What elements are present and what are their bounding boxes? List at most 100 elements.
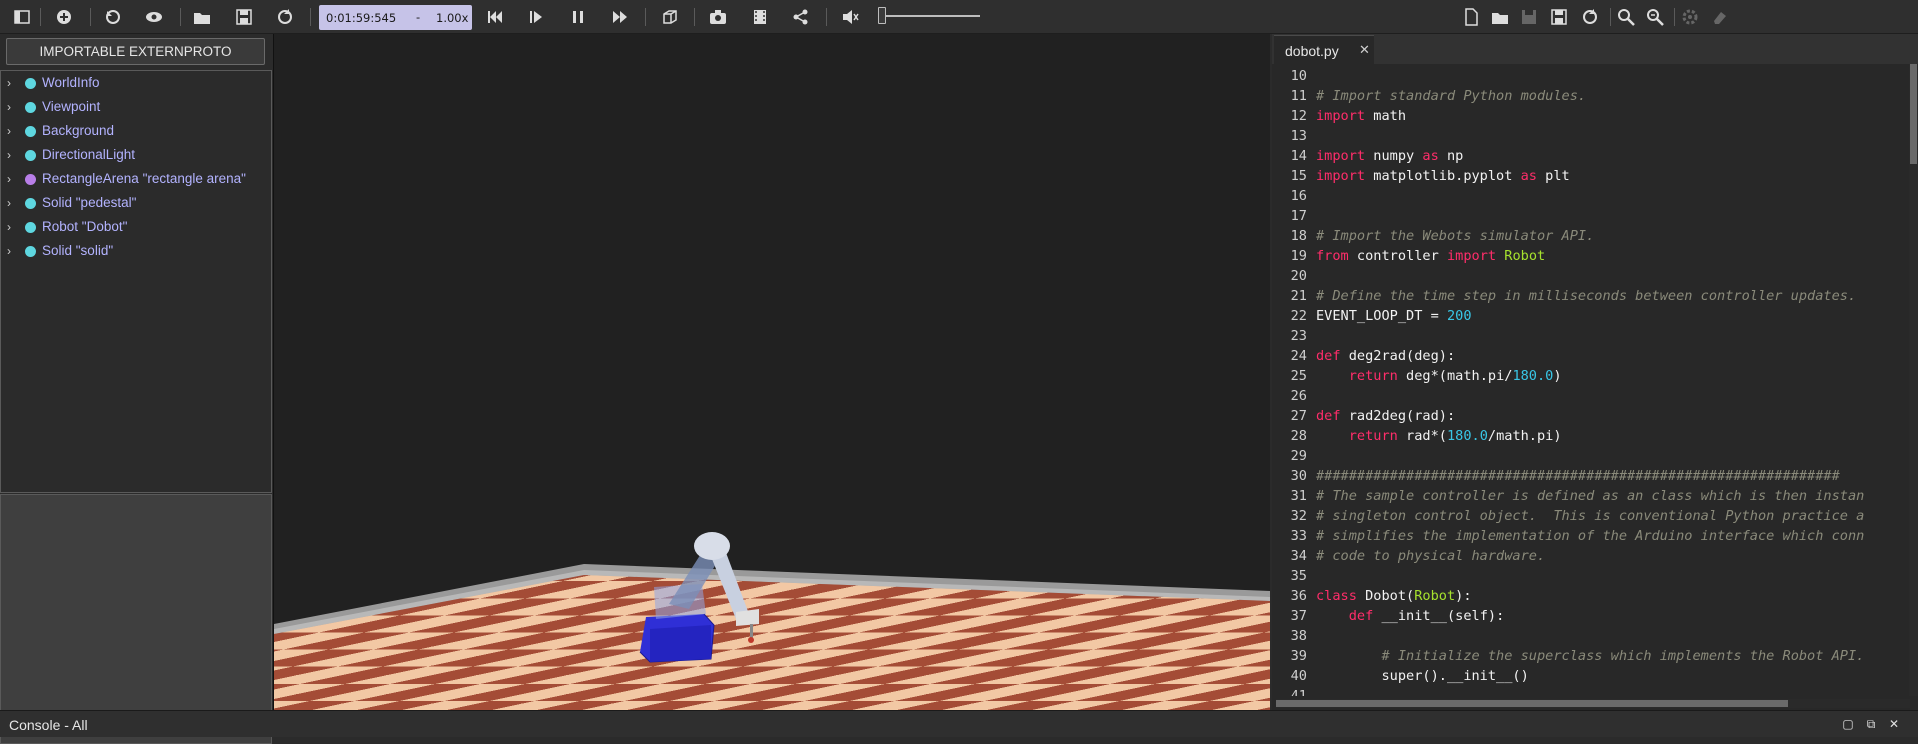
vertical-scrollbar[interactable] bbox=[1909, 64, 1918, 696]
code-line[interactable]: 13 bbox=[1276, 126, 1906, 146]
chevron-right-icon[interactable]: › bbox=[7, 244, 11, 258]
code-line[interactable]: 39 # Initialize the superclass which imp… bbox=[1276, 646, 1906, 666]
chevron-right-icon[interactable]: › bbox=[7, 172, 11, 186]
code-line[interactable]: 40 super().__init__() bbox=[1276, 666, 1906, 686]
tree-item-label: DirectionalLight bbox=[42, 147, 136, 162]
code-line[interactable]: 34 # code to physical hardware. bbox=[1276, 546, 1906, 566]
share-icon[interactable] bbox=[789, 5, 813, 29]
tree-item-robot-dobot[interactable]: › Robot "Dobot" bbox=[1, 218, 271, 238]
tree-item-viewpoint[interactable]: › Viewpoint bbox=[1, 98, 271, 118]
code-line[interactable]: 19 from controller import Robot bbox=[1276, 246, 1906, 266]
horizontal-scrollbar[interactable] bbox=[1276, 699, 1910, 708]
code-text: # Define the time step in milliseconds b… bbox=[1316, 288, 1857, 304]
fast-forward-icon[interactable] bbox=[608, 5, 632, 29]
save-file-icon[interactable] bbox=[1517, 5, 1541, 29]
close-icon[interactable]: ✕ bbox=[1359, 42, 1370, 58]
settings-icon[interactable] bbox=[1678, 5, 1702, 29]
code-line[interactable]: 28 return rad*(180.0/math.pi) bbox=[1276, 426, 1906, 446]
horizontal-scrollbar-thumb[interactable] bbox=[1276, 700, 1788, 707]
add-node-icon[interactable] bbox=[52, 5, 76, 29]
screenshot-icon[interactable] bbox=[706, 5, 730, 29]
code-line[interactable]: 14 import numpy as np bbox=[1276, 146, 1906, 166]
reset-simulation-icon[interactable] bbox=[101, 5, 125, 29]
chevron-right-icon[interactable]: › bbox=[7, 124, 11, 138]
code-line[interactable]: 36 class Dobot(Robot): bbox=[1276, 586, 1906, 606]
show-view-icon[interactable] bbox=[142, 5, 166, 29]
line-number: 30 bbox=[1290, 468, 1307, 484]
code-line[interactable]: 38 bbox=[1276, 626, 1906, 646]
float-icon[interactable]: ⧉ bbox=[1863, 716, 1879, 732]
scene-tree: › WorldInfo › Viewpoint › Background › D… bbox=[0, 70, 272, 493]
chevron-right-icon[interactable]: › bbox=[7, 76, 11, 90]
code-line[interactable]: 41 bbox=[1276, 686, 1906, 696]
save-world-icon[interactable] bbox=[232, 5, 256, 29]
vertical-scrollbar-thumb[interactable] bbox=[1910, 64, 1917, 164]
code-line[interactable]: 23 bbox=[1276, 326, 1906, 346]
line-number: 39 bbox=[1290, 648, 1307, 664]
code-text: # The sample controller is defined as an… bbox=[1316, 488, 1865, 504]
volume-slider-track[interactable] bbox=[880, 15, 980, 17]
clear-icon[interactable] bbox=[1708, 5, 1732, 29]
pause-icon[interactable] bbox=[566, 5, 590, 29]
code-line[interactable]: 35 bbox=[1276, 566, 1906, 586]
record-movie-icon[interactable] bbox=[748, 5, 772, 29]
line-number: 36 bbox=[1290, 588, 1307, 604]
code-line[interactable]: 22 EVENT_LOOP_DT = 200 bbox=[1276, 306, 1906, 326]
code-text: def __init__(self): bbox=[1348, 608, 1505, 624]
open-file-icon[interactable] bbox=[1488, 5, 1512, 29]
code-line[interactable]: 30 ######################################… bbox=[1276, 466, 1906, 486]
reload-world-icon[interactable] bbox=[273, 5, 297, 29]
tree-item-rectanglearena[interactable]: › RectangleArena "rectangle arena" bbox=[1, 170, 271, 190]
chevron-right-icon[interactable]: › bbox=[7, 220, 11, 234]
code-line[interactable]: 15 import matplotlib.pyplot as plt bbox=[1276, 166, 1906, 186]
open-world-icon[interactable] bbox=[190, 5, 214, 29]
code-line[interactable]: 37 def __init__(self): bbox=[1276, 606, 1906, 626]
replace-icon[interactable] bbox=[1643, 5, 1667, 29]
chevron-right-icon[interactable]: › bbox=[7, 148, 11, 162]
line-number: 18 bbox=[1290, 228, 1307, 244]
code-line[interactable]: 24 def deg2rad(deg): bbox=[1276, 346, 1906, 366]
line-number: 31 bbox=[1290, 488, 1307, 504]
new-file-icon[interactable] bbox=[1459, 5, 1483, 29]
code-text: import numpy as np bbox=[1316, 148, 1464, 164]
code-line[interactable]: 20 bbox=[1276, 266, 1906, 286]
code-line[interactable]: 18 # Import the Webots simulator API. bbox=[1276, 226, 1906, 246]
code-line[interactable]: 27 def rad2deg(rad): bbox=[1276, 406, 1906, 426]
code-area[interactable]: 10 11 # Import standard Python modules. 12 i… bbox=[1276, 66, 1906, 696]
code-line[interactable]: 10 bbox=[1276, 66, 1906, 86]
code-line[interactable]: 32 # singleton control object. This is co… bbox=[1276, 506, 1906, 526]
line-number: 29 bbox=[1290, 448, 1307, 464]
code-line[interactable]: 31 # The sample controller is defined as … bbox=[1276, 486, 1906, 506]
chevron-right-icon[interactable]: › bbox=[7, 196, 11, 210]
tree-item-worldinfo[interactable]: › WorldInfo bbox=[1, 74, 271, 94]
close-icon[interactable]: ✕ bbox=[1886, 716, 1902, 732]
mute-icon[interactable] bbox=[838, 5, 862, 29]
code-line[interactable]: 21 # Define the time step in milliseconds… bbox=[1276, 286, 1906, 306]
code-line[interactable]: 11 # Import standard Python modules. bbox=[1276, 86, 1906, 106]
code-line[interactable]: 25 return deg*(math.pi/180.0) bbox=[1276, 366, 1906, 386]
line-number: 27 bbox=[1290, 408, 1307, 424]
restore-icon[interactable]: ▢ bbox=[1840, 716, 1856, 732]
tree-item-solid-solid[interactable]: › Solid "solid" bbox=[1, 242, 271, 262]
toggle-3d-icon[interactable] bbox=[658, 5, 682, 29]
code-line[interactable]: 16 bbox=[1276, 186, 1906, 206]
code-line[interactable]: 12 import math bbox=[1276, 106, 1906, 126]
code-line[interactable]: 33 # simplifies the implementation of the… bbox=[1276, 526, 1906, 546]
tree-item-solid-pedestal[interactable]: › Solid "pedestal" bbox=[1, 194, 271, 214]
step-icon[interactable] bbox=[524, 5, 548, 29]
tree-item-background[interactable]: › Background bbox=[1, 122, 271, 142]
step-backward-icon[interactable] bbox=[483, 5, 507, 29]
volume-slider-handle[interactable] bbox=[878, 7, 886, 24]
tree-item-directionallight[interactable]: › DirectionalLight bbox=[1, 146, 271, 166]
find-icon[interactable] bbox=[1614, 5, 1638, 29]
importable-externproto-button[interactable]: IMPORTABLE EXTERNPROTO bbox=[6, 38, 265, 65]
chevron-right-icon[interactable]: › bbox=[7, 100, 11, 114]
code-line[interactable]: 17 bbox=[1276, 206, 1906, 226]
3d-viewport[interactable] bbox=[273, 34, 1270, 710]
tab-dobot-py[interactable]: dobot.py ✕ bbox=[1274, 35, 1374, 64]
hide-scene-tree-icon[interactable] bbox=[10, 5, 34, 29]
code-line[interactable]: 26 bbox=[1276, 386, 1906, 406]
save-as-icon[interactable] bbox=[1547, 5, 1571, 29]
code-line[interactable]: 29 bbox=[1276, 446, 1906, 466]
revert-icon[interactable] bbox=[1578, 5, 1602, 29]
